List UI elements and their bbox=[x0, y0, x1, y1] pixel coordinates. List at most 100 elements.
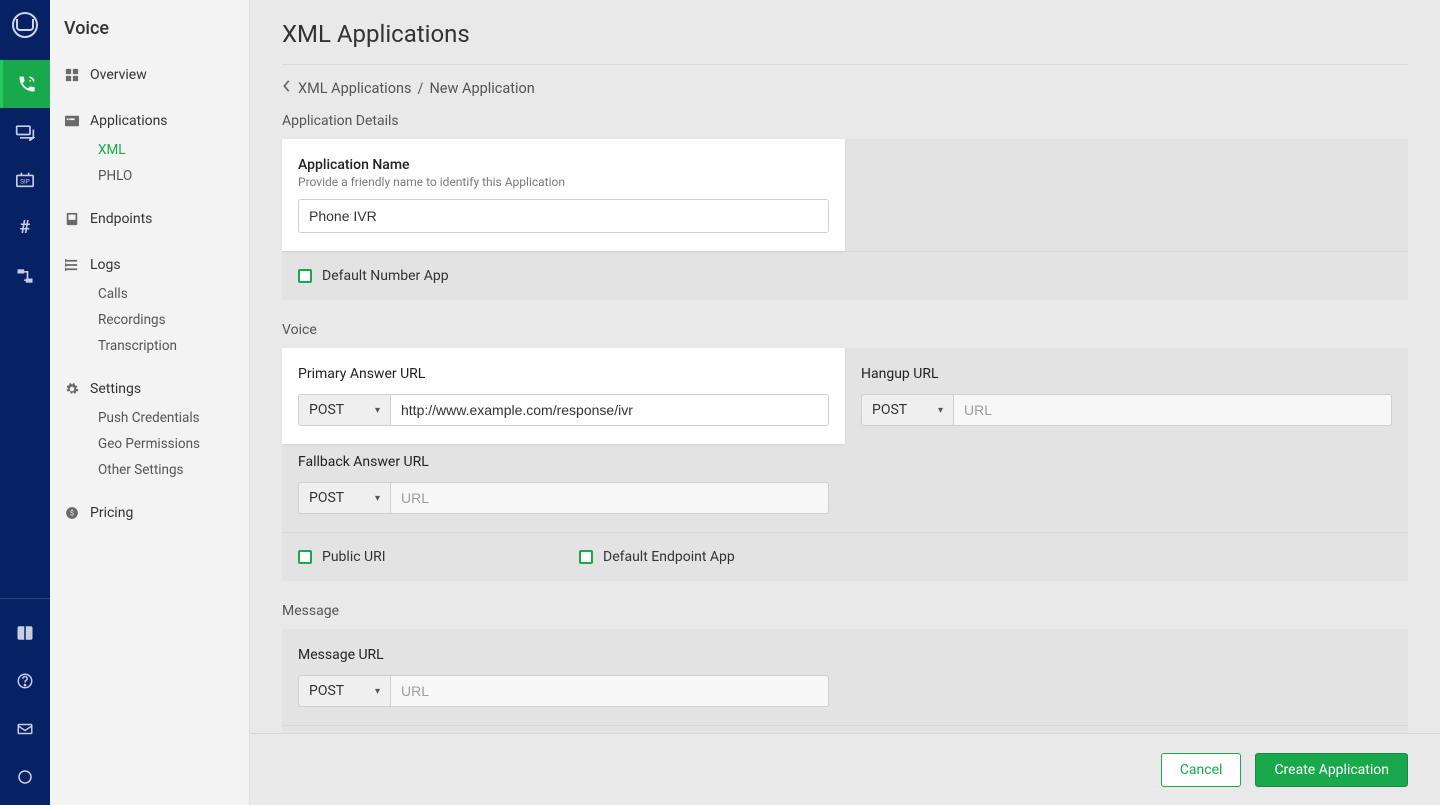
nav-account[interactable] bbox=[0, 753, 50, 801]
select-primary-method[interactable]: POST ▾ bbox=[298, 394, 390, 426]
sidebar-item-overview[interactable]: Overview bbox=[50, 59, 249, 91]
input-message-url[interactable] bbox=[390, 675, 829, 707]
phone-icon bbox=[17, 74, 37, 94]
label-default-endpoint-app: Default Endpoint App bbox=[603, 549, 735, 565]
input-primary-answer-url[interactable] bbox=[390, 394, 829, 426]
nav-zentrunk[interactable] bbox=[0, 252, 50, 300]
sidebar-subitem-recordings[interactable]: Recordings bbox=[98, 307, 249, 333]
messaging-icon bbox=[15, 123, 35, 141]
select-fallback-method-value: POST bbox=[309, 490, 344, 506]
cancel-button[interactable]: Cancel bbox=[1161, 753, 1242, 787]
checkbox-default-number-app[interactable] bbox=[298, 269, 312, 283]
section-application-details: Application Details bbox=[282, 113, 1408, 129]
nav-numbers[interactable]: # bbox=[0, 204, 50, 252]
label-application-name: Application Name bbox=[298, 157, 829, 173]
svg-text:SIP: SIP bbox=[20, 178, 30, 186]
sidebar-title: Voice bbox=[50, 18, 249, 39]
nav-help[interactable] bbox=[0, 657, 50, 705]
chevron-down-icon: ▾ bbox=[375, 686, 380, 697]
sidebar-label: Logs bbox=[90, 257, 121, 273]
chevron-left-icon[interactable] bbox=[282, 79, 292, 97]
brand-logo bbox=[0, 0, 50, 50]
chevron-down-icon: ▾ bbox=[938, 405, 943, 416]
select-fallback-method[interactable]: POST ▾ bbox=[298, 482, 390, 514]
content-scroll[interactable]: XML Applications XML Applications / New … bbox=[250, 0, 1440, 733]
svg-text:$: $ bbox=[70, 509, 74, 517]
sidebar-label: Endpoints bbox=[90, 211, 152, 227]
sidebar-subitem-geo-permissions[interactable]: Geo Permissions bbox=[98, 431, 249, 457]
card-fallback: Fallback Answer URL POST ▾ bbox=[282, 444, 845, 532]
sidebar-subitem-transcription[interactable]: Transcription bbox=[98, 333, 249, 359]
support-mail-icon bbox=[16, 721, 34, 737]
select-hangup-method[interactable]: POST ▾ bbox=[861, 394, 953, 426]
zentrunk-icon bbox=[15, 266, 35, 286]
sidebar-item-pricing[interactable]: $ Pricing bbox=[50, 497, 249, 529]
card-application-name-spacer bbox=[845, 139, 1408, 251]
section-message: Message bbox=[282, 603, 1408, 619]
card-application-name: Application Name Provide a friendly name… bbox=[282, 139, 845, 251]
sidebar-item-logs[interactable]: Logs bbox=[50, 249, 249, 281]
section-voice: Voice bbox=[282, 322, 1408, 338]
checkbox-default-endpoint-app[interactable] bbox=[579, 550, 593, 564]
sidebar-label: Pricing bbox=[90, 505, 133, 521]
breadcrumb-sep: / bbox=[417, 80, 423, 97]
book-icon bbox=[16, 624, 34, 642]
sidebar: Voice Overview Applications XML PHLO End… bbox=[50, 0, 250, 805]
sidebar-subitem-xml[interactable]: XML bbox=[98, 137, 249, 163]
panel-message: Message URL POST ▾ Additional Settings bbox=[282, 629, 1408, 733]
nav-support[interactable] bbox=[0, 705, 50, 753]
settings-icon bbox=[64, 381, 80, 397]
input-application-name[interactable] bbox=[298, 199, 829, 233]
label-primary-answer-url: Primary Answer URL bbox=[298, 366, 829, 382]
global-iconbar: SIP # bbox=[0, 0, 50, 805]
label-default-number-app: Default Number App bbox=[322, 268, 449, 284]
checkbox-public-uri[interactable] bbox=[298, 550, 312, 564]
sidebar-subitem-calls[interactable]: Calls bbox=[98, 281, 249, 307]
select-primary-method-value: POST bbox=[309, 402, 344, 418]
sidebar-label: Applications bbox=[90, 113, 168, 129]
sidebar-subitem-other-settings[interactable]: Other Settings bbox=[98, 457, 249, 483]
breadcrumb-current: New Application bbox=[429, 80, 534, 97]
sidebar-item-applications[interactable]: Applications bbox=[50, 105, 249, 137]
input-hangup-url[interactable] bbox=[953, 394, 1392, 426]
endpoints-icon bbox=[64, 211, 80, 227]
hash-icon: # bbox=[20, 219, 31, 237]
select-hangup-method-value: POST bbox=[872, 402, 907, 418]
sidebar-label: Overview bbox=[90, 67, 147, 83]
label-fallback-url: Fallback Answer URL bbox=[298, 454, 829, 470]
breadcrumb: XML Applications / New Application bbox=[282, 79, 1408, 97]
nav-sip[interactable]: SIP bbox=[0, 156, 50, 204]
panel-application-details: Application Name Provide a friendly name… bbox=[282, 139, 1408, 300]
pricing-icon: $ bbox=[64, 505, 80, 521]
card-primary-answer: Primary Answer URL POST ▾ bbox=[282, 348, 845, 444]
sidebar-subitem-push-credentials[interactable]: Push Credentials bbox=[98, 405, 249, 431]
sip-icon: SIP bbox=[14, 170, 36, 190]
sidebar-label: Settings bbox=[90, 381, 141, 397]
applications-icon bbox=[64, 113, 80, 129]
logs-icon bbox=[64, 257, 80, 273]
panel-voice: Primary Answer URL POST ▾ Hangup URL bbox=[282, 348, 1408, 581]
account-circle-icon bbox=[16, 768, 34, 786]
sidebar-item-endpoints[interactable]: Endpoints bbox=[50, 203, 249, 235]
chevron-down-icon: ▾ bbox=[375, 405, 380, 416]
main: XML Applications XML Applications / New … bbox=[250, 0, 1440, 805]
nav-voice[interactable] bbox=[0, 60, 50, 108]
input-fallback-url[interactable] bbox=[390, 482, 829, 514]
create-application-button[interactable]: Create Application bbox=[1255, 753, 1408, 787]
sidebar-item-settings[interactable]: Settings bbox=[50, 373, 249, 405]
label-hangup-url: Hangup URL bbox=[861, 366, 1392, 382]
page-title: XML Applications bbox=[282, 20, 1408, 65]
help-application-name: Provide a friendly name to identify this… bbox=[298, 175, 829, 189]
breadcrumb-root[interactable]: XML Applications bbox=[298, 80, 411, 97]
select-message-method[interactable]: POST ▾ bbox=[298, 675, 390, 707]
label-message-url: Message URL bbox=[298, 647, 829, 663]
sidebar-subitem-phlo[interactable]: PHLO bbox=[98, 163, 249, 189]
help-icon bbox=[16, 672, 34, 690]
card-hangup: Hangup URL POST ▾ bbox=[845, 348, 1408, 444]
chevron-down-icon: ▾ bbox=[375, 493, 380, 504]
nav-docs[interactable] bbox=[0, 609, 50, 657]
label-public-uri: Public URI bbox=[322, 549, 386, 565]
footer-bar: Cancel Create Application bbox=[250, 733, 1440, 805]
nav-messaging[interactable] bbox=[0, 108, 50, 156]
card-message-url: Message URL POST ▾ bbox=[282, 629, 845, 725]
